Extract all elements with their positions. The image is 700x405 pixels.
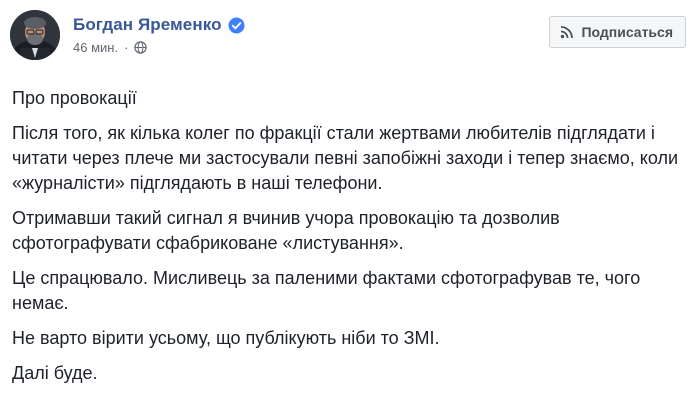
subscribe-button[interactable]: Подписаться xyxy=(549,16,686,48)
author-block: Богдан Яременко 46 мин. · xyxy=(73,14,245,55)
verified-badge-icon xyxy=(228,17,245,34)
author-name-link[interactable]: Богдан Яременко xyxy=(73,15,222,35)
post-timestamp-link[interactable]: 46 мин. xyxy=(73,40,118,55)
post-paragraph: Це спрацювало. Мисливець за паленими фак… xyxy=(12,268,641,313)
globe-icon[interactable] xyxy=(134,41,148,54)
author-row: Богдан Яременко xyxy=(73,14,245,36)
post-header: Богдан Яременко 46 мин. · Подписаться xyxy=(10,10,690,68)
post-paragraph: Не варто вірити усьому, що публікують ні… xyxy=(12,328,440,348)
post-paragraph: Після того, як кілька колег по фракції с… xyxy=(12,123,679,193)
meta-separator: · xyxy=(124,40,129,55)
post-title: Про провокації xyxy=(12,88,137,108)
post-paragraph: Отримавши такий сигнал я вчинив учора пр… xyxy=(12,208,560,253)
subscribe-button-label: Подписаться xyxy=(581,24,673,40)
post-meta: 46 мин. · xyxy=(73,40,245,55)
avatar[interactable] xyxy=(10,10,60,60)
post-body: Про провокації Після того, як кілька кол… xyxy=(12,86,690,396)
rss-icon xyxy=(560,25,574,39)
post-paragraph: Далі буде. xyxy=(12,363,98,383)
